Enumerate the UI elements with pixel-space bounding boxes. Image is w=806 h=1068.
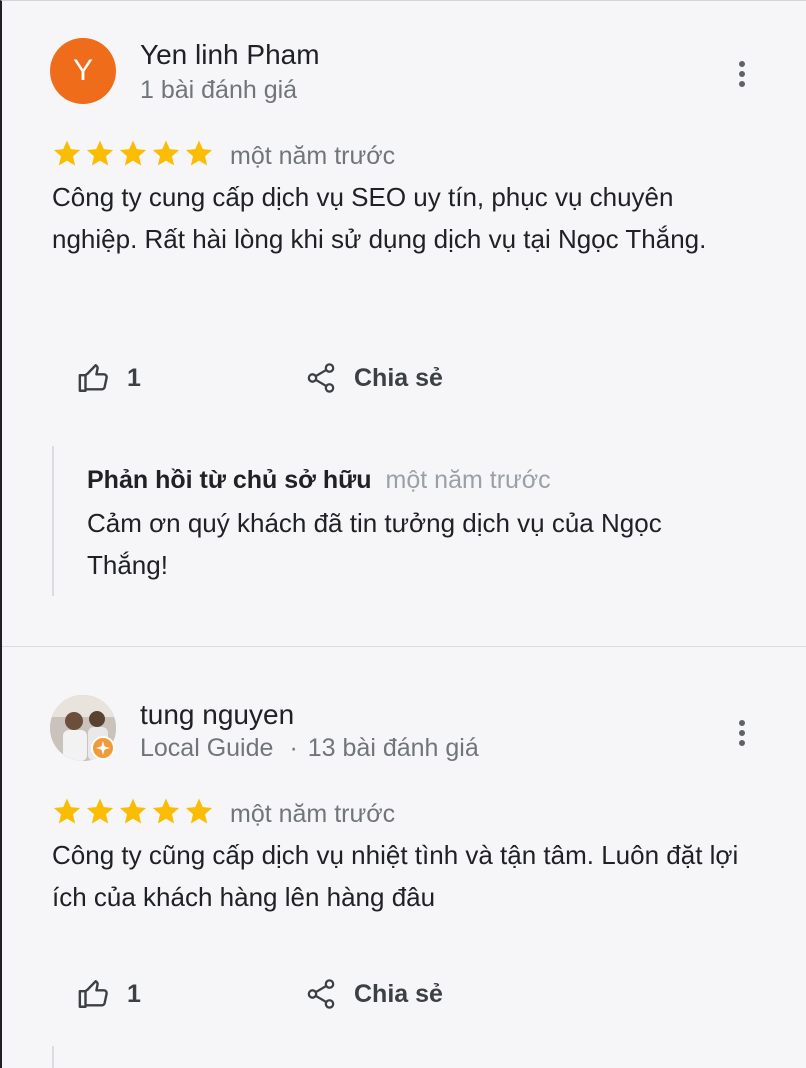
local-guide-label: Local Guide [140, 734, 274, 762]
more-options-icon[interactable] [730, 59, 754, 89]
reviewer-meta: Local Guide · 13 bài đánh giá [140, 734, 479, 763]
share-label: Chia sẻ [354, 979, 443, 1008]
reviewer-name[interactable]: tung nguyen [140, 699, 294, 731]
review-time: một năm trước [230, 142, 396, 170]
reviews-page: Y Yen linh Pham 1 bài đánh giá một năm t… [0, 0, 806, 1068]
share-label: Chia sẻ [354, 363, 443, 392]
thumbs-up-icon [78, 980, 108, 1008]
star-icon [119, 140, 147, 166]
avatar[interactable]: Y [50, 38, 116, 104]
reply-owner-label: Phản hồi từ chủ sở hữu [87, 466, 372, 494]
star-rating [52, 796, 214, 826]
like-button[interactable]: 1 [77, 361, 141, 395]
review-count: 1 bài đánh giá [140, 76, 298, 104]
star-icon [86, 798, 114, 824]
star-icon [86, 140, 114, 166]
like-button[interactable]: 1 [77, 977, 141, 1011]
review-time: một năm trước [230, 800, 396, 828]
thumbs-up-icon [78, 364, 108, 392]
reply-header: Phản hồi từ chủ sở hữu một năm trước [87, 466, 551, 495]
star-icon [152, 798, 180, 824]
star-icon [53, 140, 81, 166]
review-card: tung nguyen Local Guide · 13 bài đánh giá … [2, 648, 806, 1068]
local-guide-badge-icon [91, 736, 115, 760]
share-button[interactable]: Chia sẻ [304, 361, 443, 395]
star-rating [52, 138, 214, 168]
reply-divider [52, 1046, 54, 1068]
more-options-icon[interactable] [730, 718, 754, 748]
reply-text: Cảm ơn quý khách đã tin tưởng dịch vụ củ… [87, 508, 662, 580]
like-count: 1 [127, 363, 141, 392]
star-icon [185, 140, 213, 166]
share-icon [307, 363, 335, 393]
star-icon [119, 798, 147, 824]
review-text: Công ty cung cấp dịch vụ SEO uy tín, phụ… [52, 182, 707, 254]
meta-separator: · [289, 734, 298, 762]
review-count: 13 bài đánh giá [307, 734, 479, 762]
star-icon [53, 798, 81, 824]
reply-time: một năm trước [385, 466, 551, 494]
star-icon [185, 798, 213, 824]
like-count: 1 [127, 979, 141, 1008]
review-card: Y Yen linh Pham 1 bài đánh giá một năm t… [2, 1, 806, 647]
share-icon [307, 979, 335, 1009]
review-text: Công ty cũng cấp dịch vụ nhiệt tình và t… [52, 840, 739, 912]
reviewer-name[interactable]: Yen linh Pham [140, 39, 320, 71]
owner-reply: Phản hồi từ chủ sở hữu một năm trước Cảm … [52, 446, 752, 596]
share-button[interactable]: Chia sẻ [304, 977, 443, 1011]
star-icon [152, 140, 180, 166]
